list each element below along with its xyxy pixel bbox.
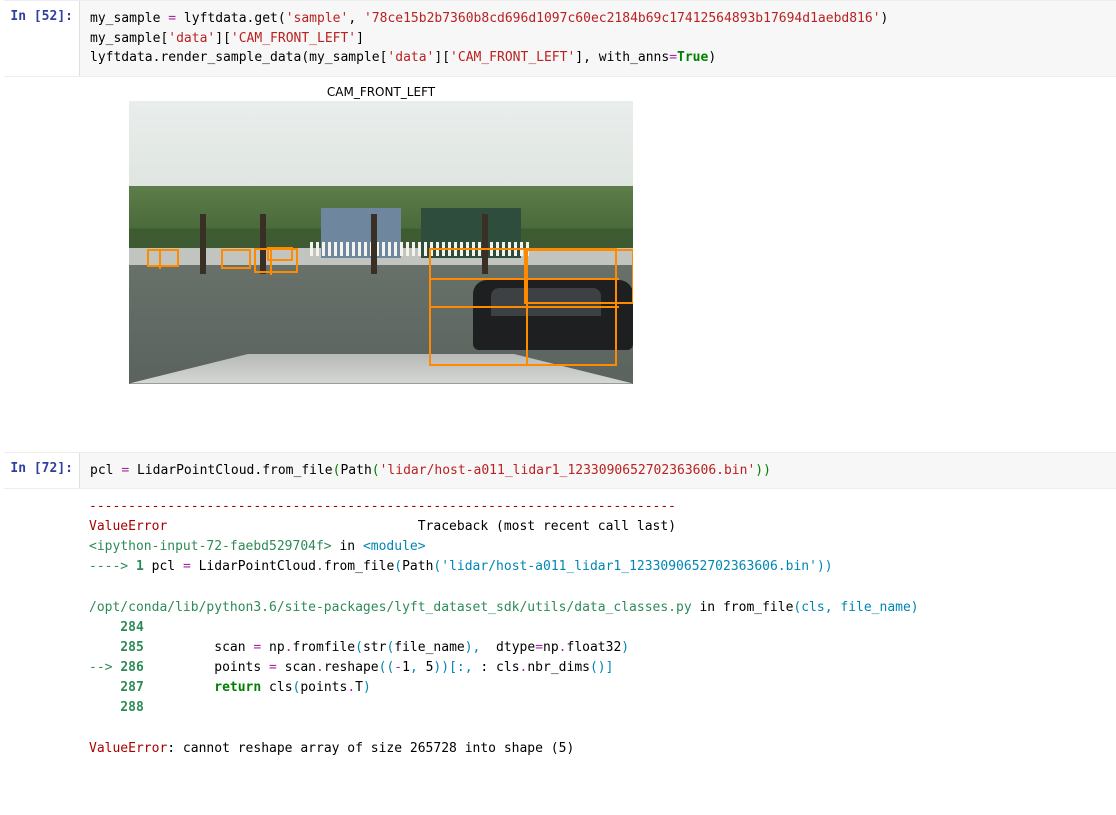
code-input-area[interactable]: pcl = LidarPointCloud.from_file(Path('li… xyxy=(79,453,1116,489)
code-cell-72[interactable]: In [72]: pcl = LidarPointCloud.from_file… xyxy=(4,452,1116,490)
traceback-frame-location: /opt/conda/lib/python3.6/site-packages/l… xyxy=(89,600,692,615)
traceback-output: ----------------------------------------… xyxy=(79,489,1116,767)
output-prompt xyxy=(4,489,79,767)
code-line: my_sample = lyftdata.get('sample', '78ce… xyxy=(90,11,888,26)
annotation-box xyxy=(221,249,251,269)
annotation-box xyxy=(524,249,633,304)
traceback-arrow: --> xyxy=(89,660,120,675)
cam-front-left-image xyxy=(129,101,633,384)
traceback-separator: ----------------------------------------… xyxy=(89,499,676,514)
annotation-box xyxy=(147,249,179,267)
code-line: my_sample['data']['CAM_FRONT_LEFT'] xyxy=(90,31,364,46)
traceback-lineno: 285 xyxy=(89,640,144,655)
traceback-lineno: 284 xyxy=(89,620,144,635)
image-output: CAM_FRONT_LEFT xyxy=(79,77,1116,392)
output-cell-52: CAM_FRONT_LEFT xyxy=(4,77,1116,392)
spacer xyxy=(4,392,1116,452)
error-name: ValueError xyxy=(89,519,167,534)
traceback-lineno: 288 xyxy=(89,700,144,715)
output-prompt xyxy=(4,77,79,392)
error-name: ValueError xyxy=(89,741,167,756)
code-input-area[interactable]: my_sample = lyftdata.get('sample', '78ce… xyxy=(79,1,1116,76)
image-title: CAM_FRONT_LEFT xyxy=(129,85,633,99)
code-line: pcl = LidarPointCloud.from_file(Path('li… xyxy=(90,463,771,478)
code-cell-52[interactable]: In [52]: my_sample = lyftdata.get('sampl… xyxy=(4,0,1116,77)
input-prompt: In [52]: xyxy=(4,1,79,76)
output-cell-72: ----------------------------------------… xyxy=(4,489,1116,767)
code-line: lyftdata.render_sample_data(my_sample['d… xyxy=(90,50,716,65)
notebook: In [52]: my_sample = lyftdata.get('sampl… xyxy=(0,0,1116,767)
traceback-arrow: ----> xyxy=(89,559,136,574)
input-prompt: In [72]: xyxy=(4,453,79,489)
error-message: : cannot reshape array of size 265728 in… xyxy=(167,741,574,756)
annotation-box xyxy=(267,247,293,261)
traceback-frame-location: <ipython-input-72-faebd529704f> xyxy=(89,539,332,554)
traceback-lineno: 287 xyxy=(89,680,144,695)
